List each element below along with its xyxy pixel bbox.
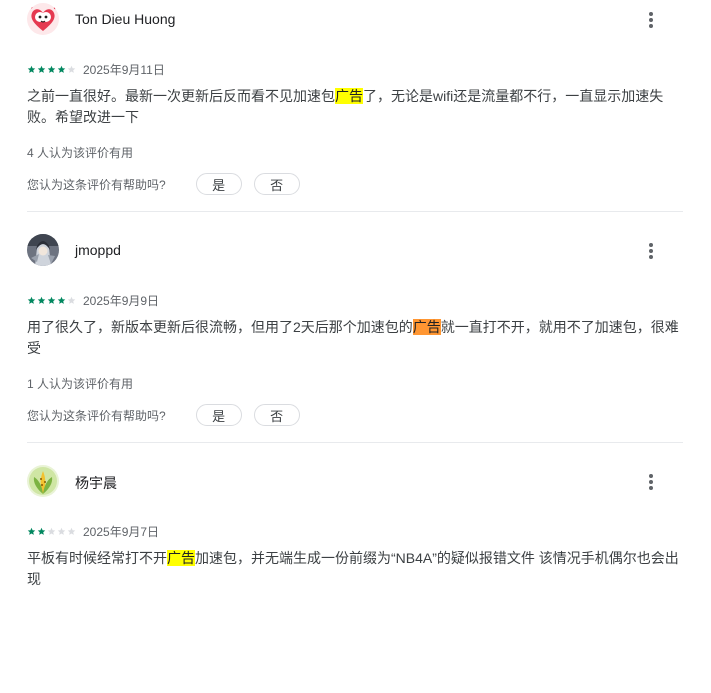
more-options-button[interactable] xyxy=(631,467,671,497)
review-meta: 2025年9月9日 xyxy=(27,293,160,308)
review-date: 2025年9月11日 xyxy=(83,62,165,77)
reviewer-name: jmoppd xyxy=(75,242,121,258)
star-rating xyxy=(27,527,76,536)
red-heart-cat-avatar-icon xyxy=(27,3,59,35)
review-date: 2025年9月7日 xyxy=(83,524,160,539)
star-filled-icon xyxy=(37,527,46,535)
helpful-count: 1 人认为该评价有用 xyxy=(27,377,134,391)
reviewer-name: Ton Dieu Huong xyxy=(75,11,176,27)
review-card: jmoppd 2025年9月9日 用了很久了，新版本更新后很流畅，但用了2天后那… xyxy=(27,231,683,462)
divider xyxy=(27,211,683,212)
review-header: 杨宇晨 xyxy=(27,465,683,499)
star-empty-icon xyxy=(67,296,76,304)
more-options-button[interactable] xyxy=(631,5,671,35)
avatar xyxy=(27,234,59,266)
divider xyxy=(27,442,683,443)
helpful-no-button[interactable]: 否 xyxy=(253,173,300,195)
more-vert-icon xyxy=(649,243,653,259)
review-date: 2025年9月9日 xyxy=(83,293,160,308)
star-filled-icon xyxy=(47,296,56,304)
reviewer-name: 杨宇晨 xyxy=(75,475,117,491)
search-highlight: 广告 xyxy=(335,88,363,104)
review-header: Ton Dieu Huong xyxy=(27,3,683,37)
review-text: 平板有时候经常打不开广告加速包，并无端生成一份前缀为“NB4A”的疑似报错文件 … xyxy=(27,548,683,590)
review-meta: 2025年9月11日 xyxy=(27,62,165,77)
helpful-yes-button[interactable]: 是 xyxy=(195,404,242,426)
more-options-button[interactable] xyxy=(631,236,671,266)
review-text-before: 之前一直很好。最新一次更新后反而看不见加速包 xyxy=(27,88,335,104)
star-rating xyxy=(27,296,76,305)
yellow-plant-avatar-icon xyxy=(27,465,59,497)
star-filled-icon xyxy=(27,65,36,73)
anime-character-avatar-icon xyxy=(27,234,59,266)
more-vert-icon xyxy=(649,12,653,28)
review-text-before: 用了很久了，新版本更新后很流畅，但用了2天后那个加速包的 xyxy=(27,319,413,335)
search-highlight-active: 广告 xyxy=(412,319,441,335)
review-header: jmoppd xyxy=(27,234,683,268)
star-empty-icon xyxy=(57,527,66,535)
helpful-yes-button[interactable]: 是 xyxy=(195,173,242,195)
helpful-feedback: 您认为这条评价有帮助吗? 是 否 xyxy=(27,403,312,427)
helpful-question: 您认为这条评价有帮助吗? xyxy=(27,408,166,423)
review-meta: 2025年9月7日 xyxy=(27,524,160,539)
star-filled-icon xyxy=(27,296,36,304)
review-text-before: 平板有时候经常打不开 xyxy=(27,550,167,566)
star-rating xyxy=(27,65,76,74)
star-filled-icon xyxy=(37,65,46,73)
helpful-no-button[interactable]: 否 xyxy=(253,404,300,426)
helpful-feedback: 您认为这条评价有帮助吗? 是 否 xyxy=(27,172,312,196)
star-filled-icon xyxy=(37,296,46,304)
review-list: Ton Dieu Huong 2025年9月11日 之前一直很好。最新一次更新后… xyxy=(27,0,683,693)
star-empty-icon xyxy=(67,527,76,535)
review-card: Ton Dieu Huong 2025年9月11日 之前一直很好。最新一次更新后… xyxy=(27,0,683,231)
more-vert-icon xyxy=(649,474,653,490)
review-text: 之前一直很好。最新一次更新后反而看不见加速包广告了，无论是wifi还是流量都不行… xyxy=(27,86,683,128)
star-filled-icon xyxy=(27,527,36,535)
helpful-count: 4 人认为该评价有用 xyxy=(27,146,134,160)
star-filled-icon xyxy=(57,296,66,304)
star-filled-icon xyxy=(57,65,66,73)
review-text: 用了很久了，新版本更新后很流畅，但用了2天后那个加速包的广告就一直打不开，就用不… xyxy=(27,317,683,359)
star-empty-icon xyxy=(67,65,76,73)
helpful-question: 您认为这条评价有帮助吗? xyxy=(27,177,166,192)
star-empty-icon xyxy=(47,527,56,535)
search-highlight: 广告 xyxy=(167,550,195,566)
avatar xyxy=(27,3,59,35)
star-filled-icon xyxy=(47,65,56,73)
review-card: 杨宇晨 2025年9月7日 平板有时候经常打不开广告加速包，并无端生成一份前缀为… xyxy=(27,462,683,693)
avatar xyxy=(27,465,59,497)
